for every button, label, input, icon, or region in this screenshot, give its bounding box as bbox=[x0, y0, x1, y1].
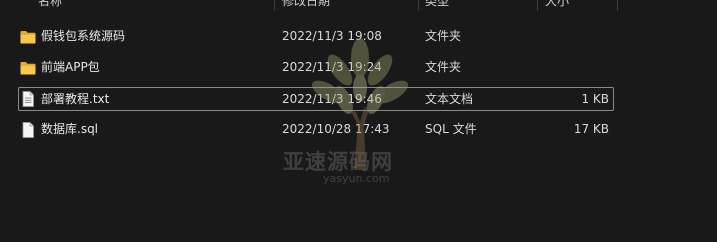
file-type: 文件夹 bbox=[425, 29, 462, 43]
file-row[interactable]: 数据库.sql 2022/10/28 17:43 SQL 文件 17 KB bbox=[18, 118, 614, 140]
file-type: SQL 文件 bbox=[425, 122, 477, 136]
folder-icon bbox=[20, 29, 36, 44]
column-header-name[interactable]: 名称 bbox=[38, 0, 62, 17]
folder-icon bbox=[20, 60, 36, 75]
file-name: 前端APP包 bbox=[41, 60, 100, 74]
column-header-size[interactable]: 大小 bbox=[545, 0, 569, 17]
watermark-url: yasyun.com bbox=[323, 172, 390, 185]
file-type: 文本文档 bbox=[425, 92, 474, 106]
column-header-row: 名称 修改日期 类型 大小 bbox=[0, 0, 717, 17]
file-name: 部署教程.txt bbox=[41, 92, 110, 106]
file-modified-date: 2022/11/3 19:46 bbox=[282, 92, 382, 106]
column-divider[interactable] bbox=[537, 0, 538, 11]
file-modified-date: 2022/10/28 17:43 bbox=[282, 122, 390, 136]
file-row[interactable]: 假钱包系统源码 2022/11/3 19:08 文件夹 bbox=[18, 25, 614, 47]
file-size: 17 KB bbox=[573, 122, 609, 136]
file-modified-date: 2022/11/3 19:08 bbox=[282, 29, 382, 43]
file-name: 假钱包系统源码 bbox=[41, 29, 126, 43]
file-modified-date: 2022/11/3 19:24 bbox=[282, 60, 382, 74]
file-name: 数据库.sql bbox=[41, 122, 99, 136]
file-explorer: 名称 修改日期 类型 大小 假钱包系统源码 2022/11/3 19:08 文件… bbox=[0, 0, 717, 242]
text-file-icon bbox=[20, 91, 36, 107]
file-row[interactable]: 前端APP包 2022/11/3 19:24 文件夹 bbox=[18, 56, 614, 78]
column-header-type[interactable]: 类型 bbox=[425, 0, 449, 17]
column-divider[interactable] bbox=[418, 0, 419, 11]
column-header-date[interactable]: 修改日期 bbox=[282, 0, 330, 17]
file-icon bbox=[20, 122, 36, 138]
column-divider[interactable] bbox=[274, 0, 275, 11]
file-row-selected[interactable]: 部署教程.txt 2022/11/3 19:46 文本文档 1 KB bbox=[18, 87, 614, 111]
file-type: 文件夹 bbox=[425, 60, 462, 74]
column-divider[interactable] bbox=[617, 0, 618, 11]
file-size: 1 KB bbox=[581, 92, 609, 106]
